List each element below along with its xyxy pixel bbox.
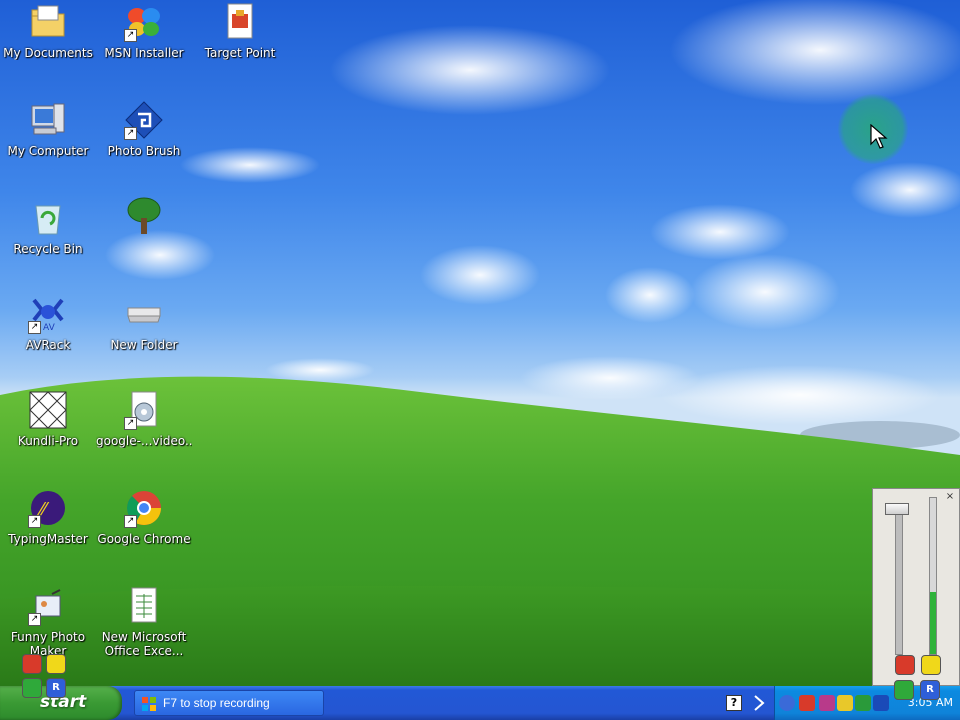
shortcut-arrow-icon: ↗ [28,321,41,334]
taskbar-item-label: F7 to stop recording [163,696,270,710]
desktop-icon-my-computer[interactable]: My Computer [0,100,96,158]
desktop: My Documents ↗ MSN Installer Target Poin… [0,0,960,686]
google-video-icon: ↗ [124,390,164,430]
icon-label: New Microsoft Office Exce... [101,630,187,658]
overlay-green-button[interactable] [22,678,42,698]
close-icon[interactable]: × [944,492,956,502]
icon-label: New Folder [110,338,178,352]
icon-label: TypingMaster [8,532,88,546]
recycle-bin-icon [28,198,68,238]
folder-documents-icon [28,2,68,42]
icon-label: Kundli-Pro [17,434,79,448]
icon-label: google-...video... [96,434,192,448]
desktop-icon-google-chrome[interactable]: ↗ Google Chrome [96,488,192,546]
record-red-button[interactable] [895,655,915,675]
target-point-icon [220,2,260,42]
shortcut-arrow-icon: ↗ [124,417,137,430]
desktop-icon-photo-brush[interactable]: ↗ Photo Brush [96,100,192,158]
desktop-icon-recycle-bin[interactable]: Recycle Bin [0,198,96,256]
recorder-panel: × [872,488,960,686]
overlay-red-button[interactable] [22,654,42,674]
desktop-icon-avrack[interactable]: AV ↗ AVRack [0,294,96,352]
folder-icon [124,294,164,334]
shortcut-arrow-icon: ↗ [124,515,137,528]
icon-label: My Computer [7,144,89,158]
tray-monitor-icon[interactable] [873,695,889,711]
audio-level-fill [930,592,936,654]
desktop-icon-new-folder[interactable]: New Folder [96,294,192,352]
msn-butterfly-icon: ↗ [124,2,164,42]
shortcut-arrow-icon: ↗ [28,613,41,626]
overlay-button-group: R [20,654,70,704]
tray-app-icon[interactable] [799,695,815,711]
tree-icon [124,196,164,236]
icon-label: Recycle Bin [13,242,83,256]
overlay-yellow-button[interactable] [46,654,66,674]
computer-icon [28,100,68,140]
taskbar: start F7 to stop recording ? 3:05 AM [0,686,960,720]
shortcut-arrow-icon: ↗ [28,515,41,528]
tray-app2-icon[interactable] [819,695,835,711]
excel-document-icon [124,586,164,626]
volume-slider-thumb[interactable] [885,503,909,515]
recorder-green-button[interactable] [894,680,914,700]
shortcut-arrow-icon: ↗ [124,29,137,42]
tray-back-icon[interactable] [779,695,795,711]
typingmaster-icon: ⁄⁄ ↗ [28,488,68,528]
kundli-icon [28,390,68,430]
desktop-icon-google-video[interactable]: ↗ google-...video... [96,390,192,448]
taskbar-item-recording[interactable]: F7 to stop recording [134,690,324,716]
desktop-icon-typingmaster[interactable]: ⁄⁄ ↗ TypingMaster [0,488,96,546]
desktop-icon-tree[interactable] [96,196,192,240]
mouse-pointer-icon [870,124,888,149]
photo-brush-icon: ↗ [124,100,164,140]
icon-label: Google Chrome [97,532,191,546]
icon-label: MSN Installer [104,46,184,60]
desktop-icon-my-documents[interactable]: My Documents [0,2,96,60]
desktop-icon-funny-photo-maker[interactable]: ↗ Funny Photo Maker [0,586,96,658]
pause-yellow-button[interactable] [921,655,941,675]
tray-arrow-icon[interactable] [752,694,766,712]
icon-label: AVRack [25,338,71,352]
overlay-blue-button[interactable]: R [46,678,66,698]
recorder-blue-button[interactable]: R [920,680,940,700]
volume-slider-track[interactable] [895,505,903,655]
chrome-icon: ↗ [124,488,164,528]
svg-text:AV: AV [43,323,56,333]
windows-flag-icon [142,697,156,711]
shortcut-arrow-icon: ↗ [124,127,137,140]
desktop-icon-excel-document[interactable]: New Microsoft Office Exce... [96,586,192,658]
tray-network-icon[interactable] [855,695,871,711]
icon-label: My Documents [3,46,93,60]
desktop-icon-target-point[interactable]: Target Point [192,2,288,60]
icon-label: Photo Brush [107,144,181,158]
shield-icon[interactable] [837,695,853,711]
desktop-icon-msn-installer[interactable]: ↗ MSN Installer [96,2,192,60]
avrack-icon: AV ↗ [28,294,68,334]
help-icon[interactable]: ? [726,695,742,711]
funny-photo-icon: ↗ [28,586,68,626]
desktop-icon-kundli-pro[interactable]: Kundli-Pro [0,390,96,448]
icon-label: Target Point [204,46,276,60]
